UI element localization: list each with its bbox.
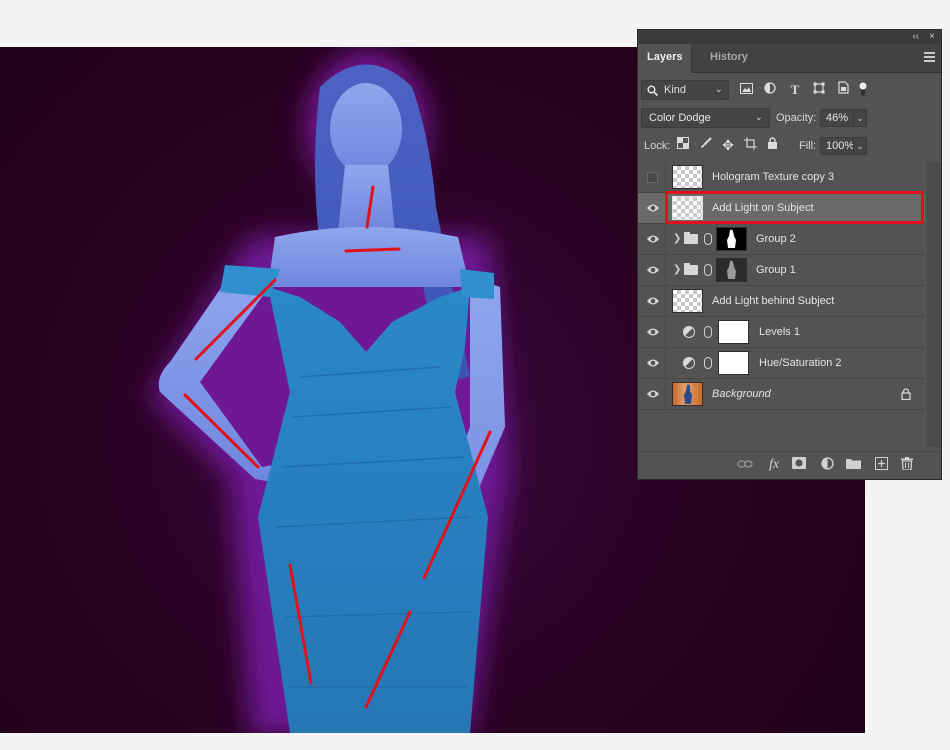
background-thumbnail <box>672 382 703 406</box>
eye-icon[interactable] <box>646 357 660 369</box>
right-sleeve <box>460 269 494 299</box>
layers-bottom-toolbar: fx <box>638 451 941 479</box>
link-icon[interactable] <box>704 326 712 338</box>
adjustment-layer-icon <box>683 357 695 369</box>
lock-row: Lock: ✥ Fill: 100% ⌄ <box>641 136 941 158</box>
new-layer-icon[interactable] <box>873 457 889 473</box>
lock-icon <box>901 388 911 400</box>
annotation-line <box>344 247 401 253</box>
blend-mode-value: Color Dodge <box>649 112 711 124</box>
layers-scrollbar[interactable] <box>927 162 941 447</box>
folder-icon <box>684 263 698 275</box>
lock-transparent-icon[interactable] <box>675 137 691 153</box>
group-mask-thumbnail <box>716 258 747 282</box>
folder-icon <box>684 232 698 244</box>
layer-name: Group 2 <box>756 233 796 245</box>
smart-object-filter-icon[interactable] <box>835 81 851 99</box>
layer-background[interactable]: Background <box>638 379 925 410</box>
kind-filter-select[interactable]: Kind ⌄ <box>641 80 729 100</box>
chevron-down-icon: ⌄ <box>754 112 763 123</box>
eye-icon[interactable] <box>646 264 660 276</box>
add-mask-icon[interactable] <box>791 457 807 473</box>
tab-layers[interactable]: Layers <box>638 44 693 73</box>
layer-levels-1[interactable]: Levels 1 <box>638 317 925 348</box>
chevron-right-icon[interactable]: ❯ <box>673 233 681 244</box>
left-sleeve <box>220 265 280 297</box>
layer-name: Group 1 <box>756 264 796 276</box>
layer-thumbnail <box>672 289 703 313</box>
fill-input[interactable]: 100% <box>820 137 854 155</box>
blend-row: Color Dodge ⌄ Opacity: 46% ⌄ <box>641 108 941 130</box>
collapse-panel-icon[interactable]: ‹‹ <box>912 31 919 43</box>
layers-panel: ‹‹ × Layers History Kind ⌄ T Color Dodge… <box>637 29 942 480</box>
close-panel-icon[interactable]: × <box>929 31 935 43</box>
layer-name: Levels 1 <box>759 326 800 338</box>
opacity-slider-toggle[interactable]: ⌄ <box>853 109 867 127</box>
layer-group-1[interactable]: ❯ Group 1 <box>638 255 925 286</box>
new-adjustment-icon[interactable] <box>819 457 835 473</box>
lock-all-icon[interactable] <box>764 137 780 153</box>
panel-tabs: Layers History <box>638 44 941 73</box>
opacity-input[interactable]: 46% <box>820 109 854 127</box>
layer-name: Hue/Saturation 2 <box>759 357 842 369</box>
layer-name: Add Light behind Subject <box>712 295 835 307</box>
layer-thumbnail <box>672 165 703 189</box>
image-filter-icon[interactable] <box>738 81 754 99</box>
layer-mask-thumbnail <box>718 351 749 375</box>
new-group-icon[interactable] <box>845 457 861 473</box>
eye-icon[interactable] <box>646 295 660 307</box>
link-icon[interactable] <box>704 357 712 369</box>
search-icon <box>647 85 658 96</box>
chevron-right-icon[interactable]: ❯ <box>673 264 681 275</box>
group-mask-thumbnail <box>716 227 747 251</box>
eye-icon[interactable] <box>646 326 660 338</box>
blend-mode-select[interactable]: Color Dodge ⌄ <box>641 108 770 128</box>
filter-row: Kind ⌄ T <box>641 80 941 102</box>
tab-history[interactable]: History <box>701 44 757 73</box>
fx-icon[interactable]: fx <box>765 457 783 473</box>
lock-paint-icon[interactable] <box>698 137 714 153</box>
panel-titlebar: ‹‹ × <box>638 30 941 44</box>
eye-icon[interactable] <box>646 233 660 245</box>
chevron-down-icon: ⌄ <box>714 84 723 95</box>
panel-menu-icon[interactable] <box>924 52 935 63</box>
layer-group-2[interactable]: ❯ Group 2 <box>638 224 925 255</box>
layer-add-light-behind-subject[interactable]: Add Light behind Subject <box>638 286 925 317</box>
layer-mask-thumbnail <box>718 320 749 344</box>
lock-artboard-icon[interactable] <box>742 137 758 153</box>
layer-hologram-texture-copy-3[interactable]: Hologram Texture copy 3 <box>638 162 925 193</box>
link-icon[interactable] <box>704 264 712 276</box>
adjustment-layer-icon <box>683 326 695 338</box>
subject-face <box>330 83 402 175</box>
eye-icon[interactable] <box>646 202 660 214</box>
link-icon[interactable] <box>704 233 712 245</box>
subject-chest <box>268 227 470 287</box>
type-filter-icon[interactable]: T <box>787 81 803 99</box>
link-layers-icon[interactable] <box>737 457 753 473</box>
eye-icon[interactable] <box>646 388 660 400</box>
fill-slider-toggle[interactable]: ⌄ <box>853 137 867 155</box>
adjustment-filter-icon[interactable] <box>762 81 778 99</box>
layer-hue-saturation-2[interactable]: Hue/Saturation 2 <box>638 348 925 379</box>
lock-move-icon[interactable]: ✥ <box>720 137 736 153</box>
opacity-label: Opacity: <box>776 112 817 124</box>
kind-label: Kind <box>664 84 687 96</box>
filter-toggle-icon[interactable] <box>855 81 871 99</box>
layer-name: Hologram Texture copy 3 <box>712 171 835 183</box>
visibility-toggle-off[interactable] <box>647 172 658 183</box>
shape-filter-icon[interactable] <box>811 81 827 99</box>
selected-layer-highlight <box>665 191 924 224</box>
layer-name: Background <box>712 388 771 400</box>
lock-label: Lock: <box>644 140 671 152</box>
trash-icon[interactable] <box>899 457 915 473</box>
fill-label: Fill: <box>799 140 817 152</box>
